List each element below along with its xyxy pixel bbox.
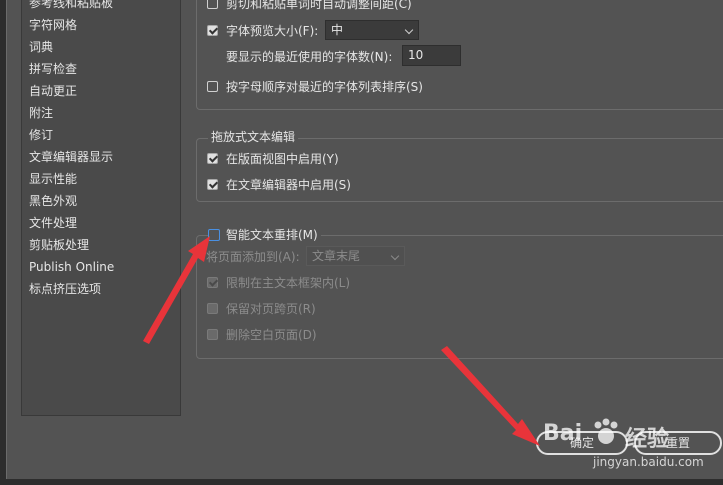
red-arrow-icon <box>143 236 540 446</box>
arrow-to-ok-button <box>441 346 540 446</box>
window-bottom-border <box>0 479 723 485</box>
arrow-to-checkbox <box>143 236 210 344</box>
